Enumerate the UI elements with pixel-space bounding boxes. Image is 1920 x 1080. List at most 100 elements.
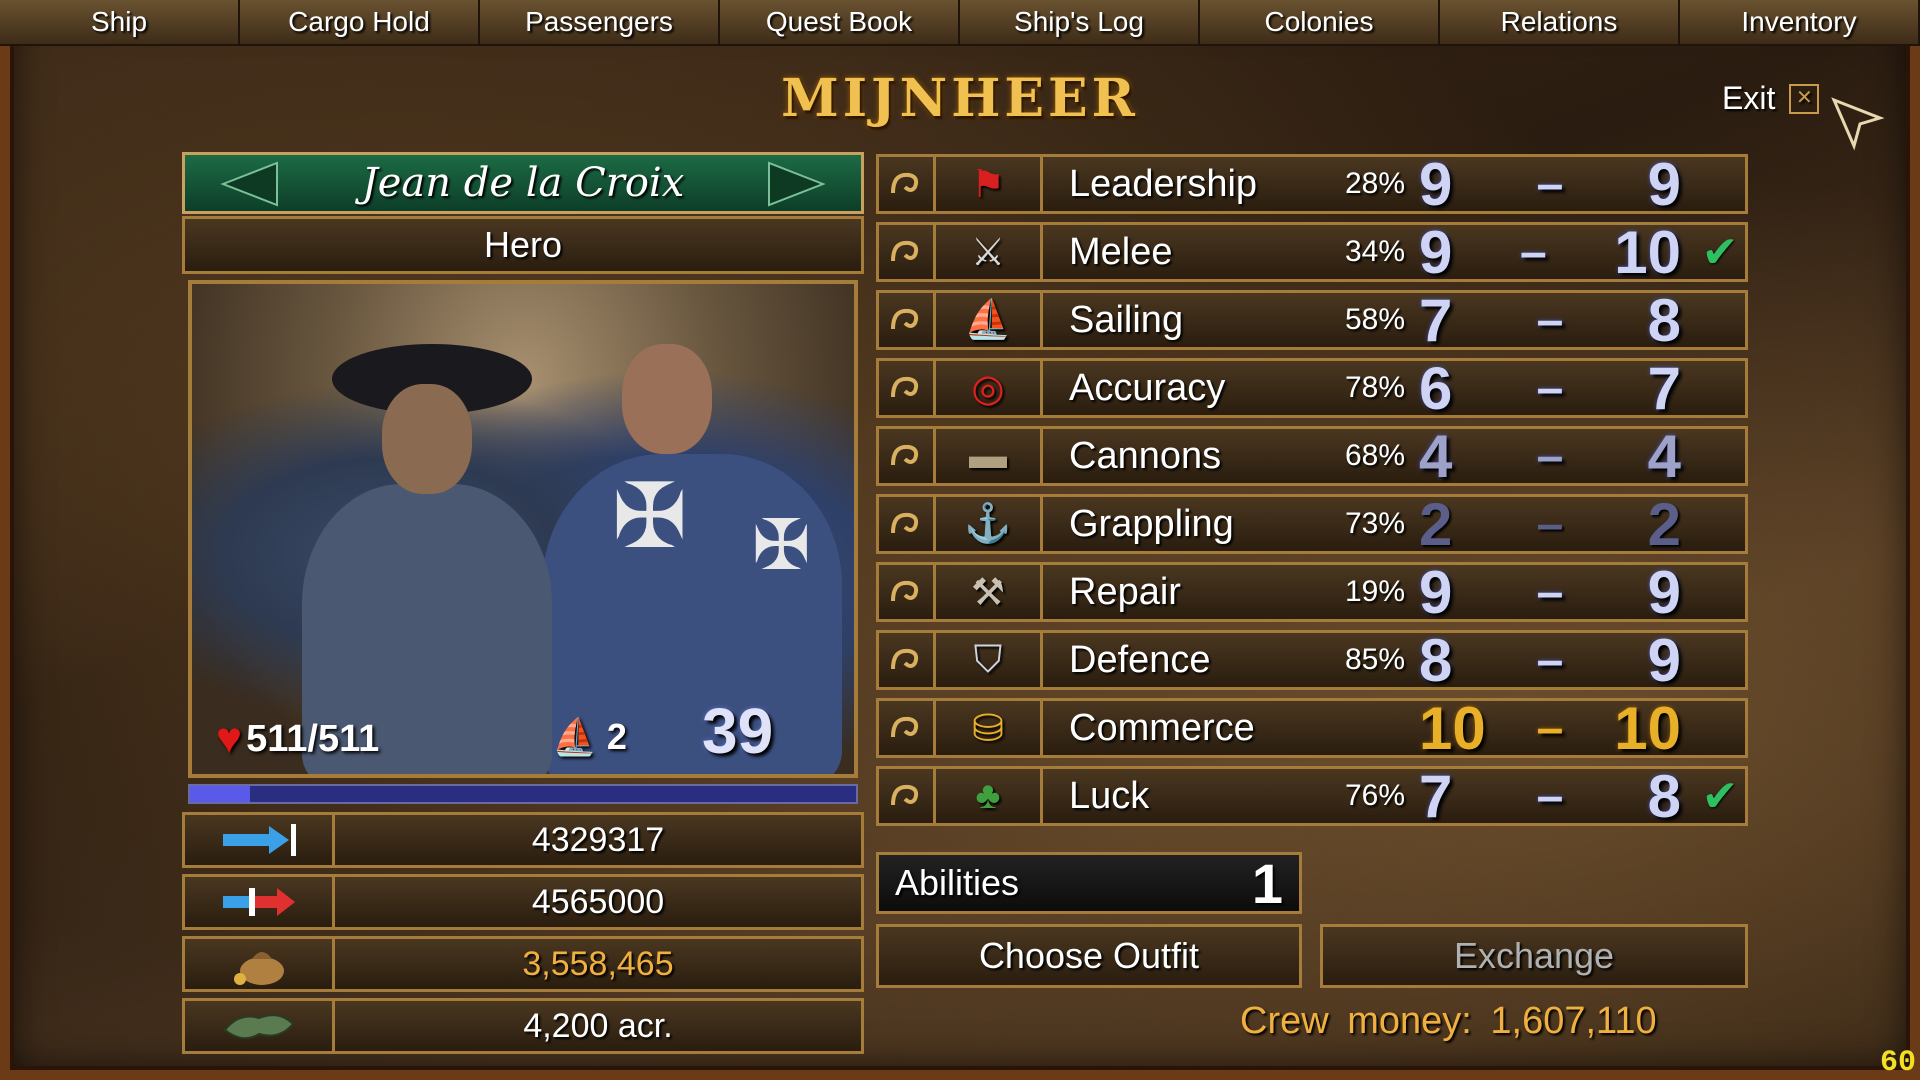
flag-icon: ⚑ [933, 157, 1043, 211]
next-character-button[interactable] [761, 159, 831, 209]
tab-passengers[interactable]: Passengers [480, 0, 720, 44]
arrow-right-icon [768, 161, 826, 207]
stat-row-land: 4,200 acr. [182, 998, 864, 1054]
skill-base-value: 9 [1419, 218, 1453, 286]
tab-colonies[interactable]: Colonies [1200, 0, 1440, 44]
abilities-label: Abilities [895, 862, 1020, 903]
skill-dash: – [1519, 225, 1547, 279]
skill-base-value: 6 [1419, 354, 1453, 422]
arrow-swap-icon [185, 877, 335, 927]
skill-base-value: 9 [1419, 558, 1453, 626]
clover-icon: ♣ [933, 769, 1043, 823]
skill-row-commerce[interactable]: ⛁ Commerce 10–10 [876, 695, 1748, 762]
skill-dash: – [1536, 565, 1564, 619]
target-icon: ◎ [933, 361, 1043, 415]
ship-count-value: 2 [606, 716, 627, 757]
skill-dash: – [1536, 361, 1564, 415]
cross-emblem-icon: ✠ [612, 467, 688, 567]
skill-row-sailing[interactable]: ⛵ Sailing 58% 7 – 8 [876, 287, 1748, 354]
skill-total-value: 9 [1647, 150, 1681, 218]
exchange-label: Exchange [1453, 935, 1615, 976]
skill-row-accuracy[interactable]: ◎ Accuracy 78% 6 – 7 [876, 355, 1748, 422]
skill-dash: – [1536, 769, 1564, 823]
tab-relations[interactable]: Relations [1440, 0, 1680, 44]
skill-total-value: 10 [1614, 218, 1681, 286]
skill-name: Melee [1069, 230, 1173, 273]
skill-row-leadership[interactable]: ⚑ Leadership 28% 9 – 9 [876, 151, 1748, 218]
tab-label: Passengers [525, 6, 673, 37]
character-name: Jean de la Croix [361, 160, 685, 206]
skill-values: 9 – 9 [1405, 558, 1695, 627]
tab-label: Inventory [1741, 6, 1857, 37]
skill-values: 8 – 9 [1405, 626, 1695, 695]
skill-total-value: 8 [1647, 762, 1681, 830]
experience-bar [188, 784, 858, 804]
exchange-button[interactable]: Exchange [1320, 924, 1748, 988]
tab-ships-log[interactable]: Ship's Log [960, 0, 1200, 44]
character-level: 39 [702, 695, 774, 767]
choose-outfit-button[interactable]: Choose Outfit [876, 924, 1302, 988]
tab-label: Quest Book [765, 6, 913, 37]
grapple-icon: ⚓ [933, 497, 1043, 551]
skill-total-value: 9 [1647, 558, 1681, 626]
skill-name: Defence [1069, 638, 1211, 681]
skill-total-value: 7 [1647, 354, 1681, 422]
top-tab-bar: Ship Cargo Hold Passengers Quest Book Sh… [0, 0, 1920, 46]
skill-values: 4 – 4 [1405, 422, 1695, 491]
abilities-button[interactable]: Abilities 1 [876, 852, 1302, 915]
experience-fill [190, 786, 250, 802]
tab-label: Cargo Hold [288, 6, 430, 37]
tab-cargo-hold[interactable]: Cargo Hold [240, 0, 480, 44]
skill-dash: – [1536, 157, 1564, 211]
skill-name: Cannons [1069, 434, 1222, 477]
cannon-icon: ▬ [933, 429, 1043, 483]
skill-name: Commerce [1069, 706, 1255, 749]
skill-row-cannons[interactable]: ▬ Cannons 68% 4 – 4 [876, 423, 1748, 490]
checkmark-icon: ✔ [1701, 771, 1739, 821]
tab-inventory[interactable]: Inventory [1680, 0, 1920, 44]
scroll-ornament-icon [879, 293, 933, 347]
portrait-figure [622, 344, 712, 454]
skill-base-value: 7 [1419, 762, 1453, 830]
scroll-ornament-icon [879, 633, 933, 687]
skill-values: 9 – 9 [1405, 150, 1695, 219]
skill-dash: – [1536, 429, 1564, 483]
skill-base-value: 7 [1419, 286, 1453, 354]
stat-value: 3,558,465 [522, 944, 674, 983]
skill-row-luck[interactable]: ♣ Luck 76% 7 – 8 ✔ [876, 763, 1748, 830]
skill-row-defence[interactable]: ⛉ Defence 85% 8 – 9 [876, 627, 1748, 694]
skill-name: Sailing [1069, 298, 1184, 341]
skill-values: 10–10 [1405, 694, 1695, 763]
skill-total-value: 9 [1647, 626, 1681, 694]
scroll-ornament-icon [879, 157, 933, 211]
scroll-ornament-icon [879, 361, 933, 415]
checkmark-icon: ✔ [1701, 227, 1739, 277]
skill-row-repair[interactable]: ⚒ Repair 19% 9 – 9 [876, 559, 1748, 626]
tab-ship[interactable]: Ship [0, 0, 240, 44]
close-icon: ✕ [1789, 83, 1820, 114]
skill-base-value: 8 [1419, 626, 1453, 694]
skill-dash: – [1536, 633, 1564, 687]
character-portrait: ✠ ✠ ♥ 511/511 ⛵ 2 39 [188, 280, 858, 778]
stat-row-money: 3,558,465 [182, 936, 864, 992]
tab-quest-book[interactable]: Quest Book [720, 0, 960, 44]
skill-values: 6 – 7 [1405, 354, 1695, 423]
scroll-ornament-icon [879, 701, 933, 755]
skill-percent: 85% [1344, 643, 1405, 676]
health-display: ♥ 511/511 [216, 714, 379, 764]
skill-dash: – [1536, 293, 1564, 347]
exit-button[interactable]: Exit ✕ [1722, 80, 1820, 117]
skill-row-melee[interactable]: ⚔ Melee 34% 9 – 10 ✔ [876, 219, 1748, 286]
heart-icon: ♥ [216, 714, 243, 763]
crew-money: Crew money: 1,607,110 [1240, 1000, 1657, 1042]
prev-character-button[interactable] [215, 159, 285, 209]
tab-label: Ship [90, 6, 148, 37]
skill-name: Leadership [1069, 162, 1258, 205]
skill-values: 9 – 10 [1405, 218, 1695, 287]
skill-percent: 76% [1344, 779, 1405, 812]
ship-icon: ⛵ [933, 293, 1043, 347]
stat-row-experience-total: 4565000 [182, 874, 864, 930]
skill-row-grappling[interactable]: ⚓ Grappling 73% 2 – 2 [876, 491, 1748, 558]
skill-values: 7 – 8 [1405, 762, 1695, 831]
role-label: Hero [483, 224, 563, 265]
